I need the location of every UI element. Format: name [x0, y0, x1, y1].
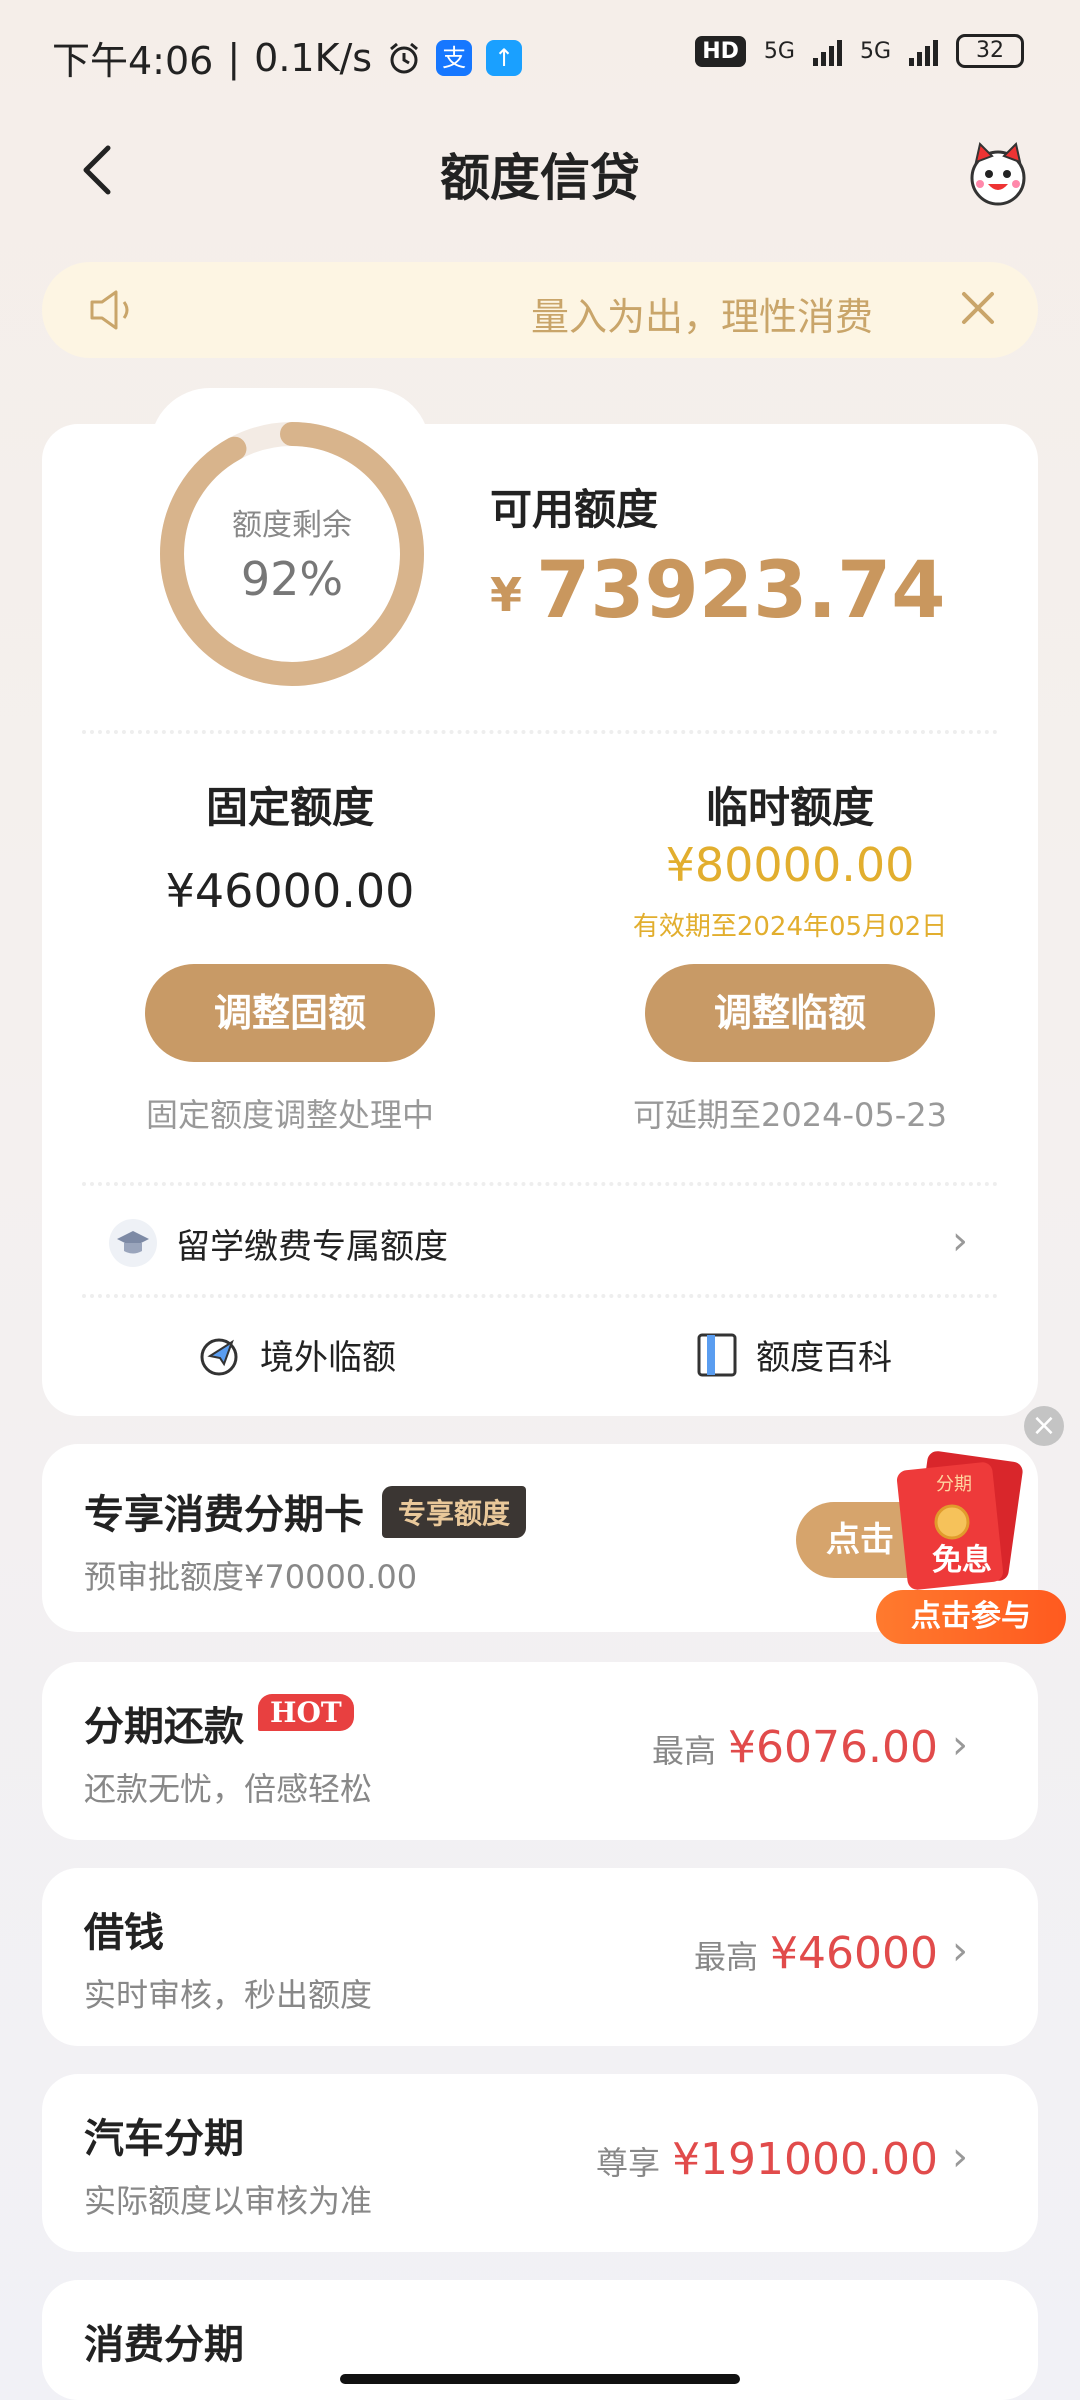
status-bar-left: 下午4:06 | 0.1K/s 支 ↑ — [52, 30, 523, 85]
currency-symbol: ¥ — [490, 568, 523, 622]
product-subtitle: 还款无忧，倍感轻松 — [84, 1770, 373, 1808]
limit-value: ¥6076.00 — [728, 1722, 938, 1773]
envelope-top-text: 分期 — [936, 1474, 972, 1495]
chevron-right-icon[interactable]: › — [952, 2134, 968, 2180]
fixed-limit-amount: ¥46000.00 — [165, 864, 415, 918]
product-title: 汽车分期 — [84, 2116, 244, 2162]
graduation-cap-icon — [109, 1219, 157, 1267]
available-amount: ¥73923.74 — [490, 546, 946, 636]
upload-app-icon: ↑ — [486, 39, 523, 76]
chevron-right-icon[interactable]: › — [952, 1218, 968, 1264]
product-limit: 尊享 ¥191000.00 — [596, 2134, 938, 2185]
notice-text: 量入为出，理性消费 — [530, 295, 873, 339]
alipay-icon: 支 — [436, 39, 473, 76]
chevron-right-icon[interactable]: › — [952, 1722, 968, 1768]
signal-icon-1 — [812, 36, 842, 66]
speaker-icon — [90, 290, 129, 330]
limit-value: ¥46000 — [770, 1928, 938, 1979]
limit-encyclopedia-label: 额度百科 — [756, 1338, 892, 1378]
status-divider: | — [227, 35, 241, 80]
book-icon — [697, 1333, 737, 1376]
plane-globe-icon — [200, 1338, 238, 1375]
temp-limit-label: 临时额度 — [705, 783, 874, 832]
red-envelope-icon[interactable]: 分期 免息 — [880, 1450, 1040, 1600]
network-type-1: 5G — [763, 38, 795, 64]
home-indicator[interactable] — [340, 2374, 740, 2384]
exclusive-limit-tag: 专享额度 — [382, 1486, 527, 1538]
hot-badge: HOT — [258, 1694, 354, 1731]
available-amount-value: 73923.74 — [536, 546, 946, 636]
installment-card-subtitle: 预审批额度¥70000.00 — [84, 1558, 418, 1596]
adjust-temp-button[interactable]: 调整临额 — [645, 964, 935, 1062]
available-label: 可用额度 — [490, 485, 659, 534]
adjust-fixed-button[interactable]: 调整固额 — [145, 964, 435, 1062]
product-limit: 最高 ¥46000 — [694, 1928, 938, 1979]
product-title: 借钱 — [84, 1910, 164, 1956]
alarm-icon — [390, 42, 419, 73]
status-bar-right: HD 5G 5G 32 — [695, 34, 1024, 68]
fixed-limit-note: 固定额度调整处理中 — [145, 1096, 434, 1134]
study-abroad-limit-row[interactable]: 留学缴费专属额度 — [108, 1218, 448, 1268]
assistant-mascot-icon[interactable] — [962, 138, 1034, 210]
fixed-limit-label: 固定额度 — [205, 783, 374, 832]
status-time: 下午4:06 — [52, 39, 214, 83]
product-title: 消费分期 — [84, 2322, 244, 2368]
study-abroad-label: 留学缴费专属额度 — [176, 1226, 448, 1267]
ring-label: 额度剩余 — [232, 508, 352, 543]
join-promo-button[interactable]: 点击参与 — [876, 1590, 1066, 1644]
network-type-2: 5G — [859, 38, 891, 64]
notice-banner: 量入为出，理性消费 — [42, 262, 1038, 358]
divider — [82, 730, 998, 734]
product-title: 分期还款 — [84, 1704, 244, 1750]
temp-limit-expiry: 有效期至2024年05月02日 — [632, 912, 948, 942]
hd-icon: HD — [695, 35, 746, 67]
battery-icon: 32 — [956, 34, 1024, 68]
temp-limit-amount: ¥80000.00 — [665, 838, 915, 892]
product-limit: 最高 ¥6076.00 — [652, 1722, 938, 1773]
overseas-limit-label: 境外临额 — [260, 1338, 396, 1378]
chevron-right-icon[interactable]: › — [952, 1928, 968, 1974]
limit-prefix: 最高 — [652, 1732, 717, 1770]
temp-limit-note: 可延期至2024-05-23 — [633, 1096, 947, 1134]
installment-card-title: 专享消费分期卡 — [84, 1492, 364, 1538]
signal-icon-2 — [909, 36, 938, 66]
limit-prefix: 最高 — [694, 1938, 759, 1976]
close-notice-icon[interactable] — [956, 286, 1000, 330]
limit-prefix: 尊享 — [596, 2144, 661, 2182]
product-subtitle: 实际额度以审核为准 — [84, 2182, 373, 2220]
overseas-limit-link[interactable]: 境外临额 — [196, 1330, 396, 1379]
interest-free-text: 免息 — [932, 1543, 992, 1578]
close-promo-icon[interactable]: × — [1024, 1406, 1064, 1446]
product-subtitle: 实时审核，秒出额度 — [84, 1976, 373, 2014]
ring-percent: 92% — [240, 552, 344, 606]
network-speed: 0.1K/s — [254, 35, 373, 80]
divider — [82, 1182, 998, 1186]
limit-value: ¥191000.00 — [672, 2134, 938, 2185]
divider — [82, 1294, 998, 1298]
page-title: 额度信贷 — [440, 149, 640, 207]
limit-encyclopedia-link[interactable]: 额度百科 — [696, 1330, 892, 1379]
